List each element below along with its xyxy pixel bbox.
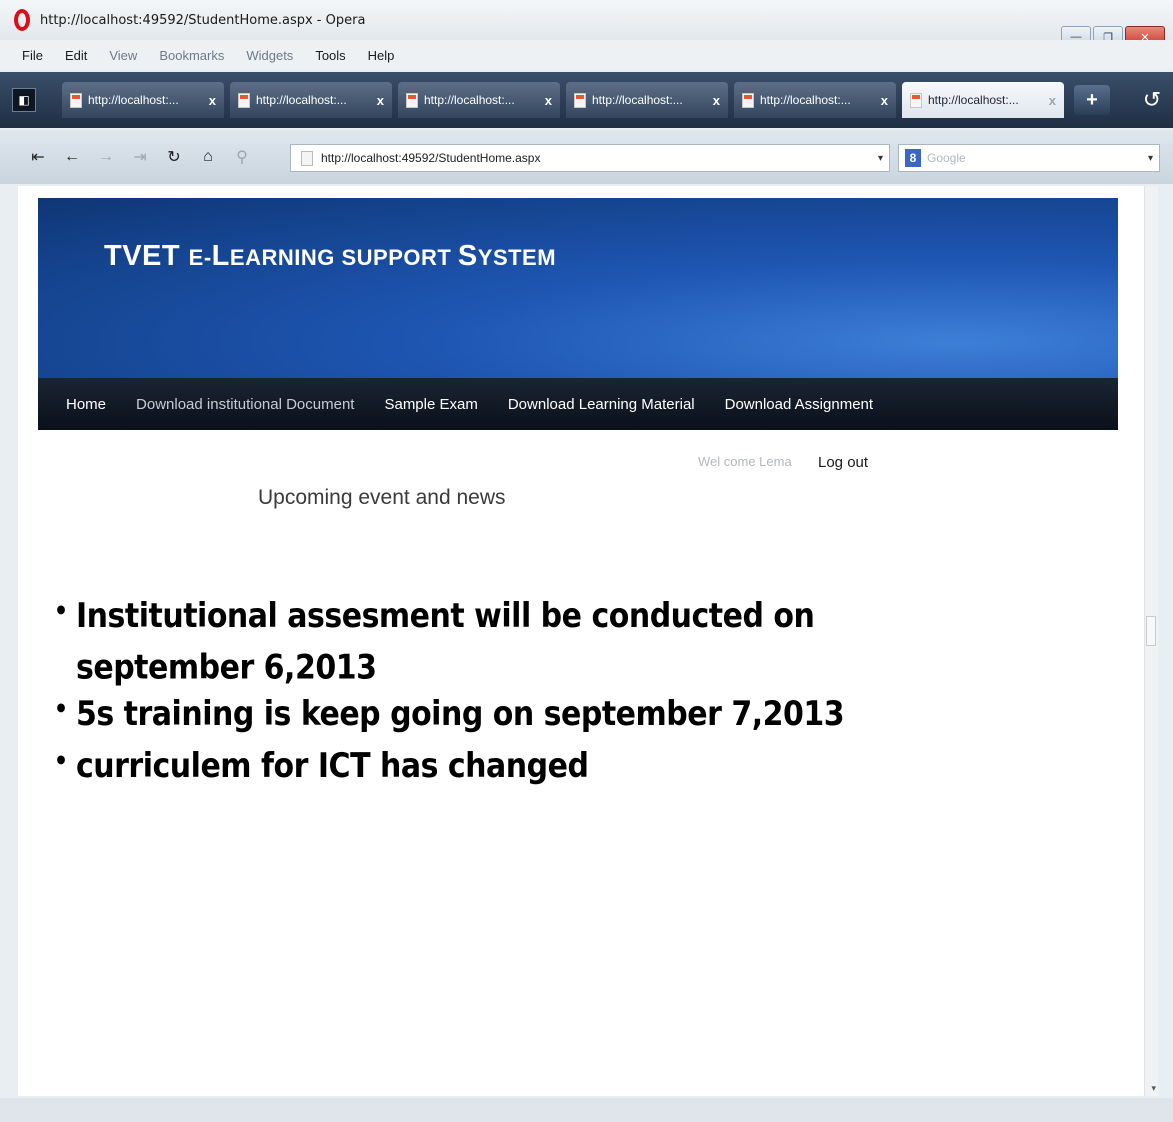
page-favicon-icon — [238, 92, 250, 108]
menu-edit[interactable]: Edit — [65, 48, 87, 63]
new-tab-button[interactable]: + — [1074, 85, 1110, 115]
page-favicon-icon — [406, 92, 418, 108]
site-title-part: L — [211, 240, 230, 272]
welcome-text: Wel come Lema — [698, 454, 792, 469]
vertical-scrollbar[interactable]: ▾ — [1144, 186, 1158, 1096]
site-title: TVET E-LEARNING SUPPORT SYSTEM — [104, 240, 556, 273]
site-nav: Home Download institutional Document Sam… — [38, 378, 1118, 430]
page-favicon-icon — [910, 92, 922, 108]
nav-home[interactable]: Home — [66, 396, 106, 413]
tab-close-icon[interactable]: x — [377, 93, 384, 108]
browser-tab[interactable]: http://localhost:... x — [62, 82, 224, 118]
home-button[interactable]: ⌂ — [194, 143, 222, 171]
menu-widgets[interactable]: Widgets — [246, 48, 293, 63]
address-toolbar: ⇤ ← → ⇥ ↻ ⌂ ⚲ http://localhost:49592/Stu… — [0, 130, 1173, 184]
news-text: 5s training is keep going on september 7… — [76, 694, 845, 734]
nav-sample-exam[interactable]: Sample Exam — [384, 396, 477, 413]
bullet-icon: • — [54, 695, 68, 724]
opera-logo-icon — [14, 9, 30, 31]
page-favicon-icon — [70, 92, 82, 108]
tab-title: http://localhost:... — [256, 93, 347, 107]
news-item: • 5s training is keep going on september… — [54, 689, 854, 741]
bullet-icon: • — [54, 597, 68, 626]
news-text: Institutional assesment will be conducte… — [76, 596, 815, 688]
menu-bar: File Edit View Bookmarks Widgets Tools H… — [0, 40, 1173, 70]
search-input[interactable]: 8 Google ▾ — [898, 144, 1160, 172]
page-favicon-icon — [574, 92, 586, 108]
tab-close-icon[interactable]: x — [713, 93, 720, 108]
browser-tab[interactable]: http://localhost:... x — [230, 82, 392, 118]
back-button[interactable]: ← — [58, 143, 86, 171]
nav-download-assignment[interactable]: Download Assignment — [725, 396, 873, 413]
search-engine-icon[interactable]: 8 — [905, 149, 921, 167]
tab-bar: ◧ http://localhost:... x http://localhos… — [0, 72, 1173, 128]
page-viewport: TVET E-LEARNING SUPPORT SYSTEM Home Down… — [18, 186, 1158, 1096]
menu-file[interactable]: File — [22, 48, 43, 63]
news-list: • Institutional assesment will be conduc… — [54, 591, 854, 793]
tab-title: http://localhost:... — [424, 93, 515, 107]
site-title-part: S — [457, 240, 478, 272]
tab-title: http://localhost:... — [592, 93, 683, 107]
menu-tools[interactable]: Tools — [315, 48, 345, 63]
url-input[interactable]: http://localhost:49592/StudentHome.aspx … — [290, 144, 890, 172]
tab-close-icon[interactable]: x — [1049, 93, 1056, 108]
bullet-icon: • — [54, 747, 68, 776]
window-titlebar: http://localhost:49592/StudentHome.aspx … — [0, 0, 1173, 48]
news-item: • Institutional assesment will be conduc… — [54, 591, 854, 694]
site-title-part: YSTEM — [477, 245, 557, 270]
window-title: http://localhost:49592/StudentHome.aspx … — [40, 12, 366, 28]
tab-close-icon[interactable]: x — [545, 93, 552, 108]
menu-help[interactable]: Help — [368, 48, 395, 63]
reload-button[interactable]: ↻ — [160, 143, 188, 171]
tab-close-icon[interactable]: x — [209, 93, 216, 108]
forward-button[interactable]: → — [92, 143, 120, 171]
tab-title: http://localhost:... — [88, 93, 179, 107]
tab-title: http://localhost:... — [760, 93, 851, 107]
scroll-thumb[interactable] — [1146, 616, 1156, 646]
page-favicon-icon — [742, 92, 754, 108]
closed-tabs-icon[interactable]: ↺ — [1138, 86, 1166, 114]
site-title-part: E- — [188, 245, 212, 270]
nav-download-learning-material[interactable]: Download Learning Material — [508, 396, 695, 413]
logout-link[interactable]: Log out — [818, 454, 868, 471]
panel-toggle-button[interactable]: ◧ — [12, 88, 36, 112]
menu-view[interactable]: View — [109, 48, 137, 63]
search-placeholder: Google — [927, 151, 966, 165]
news-heading: Upcoming event and news — [258, 486, 506, 509]
fast-forward-button[interactable]: ⇥ — [126, 143, 154, 171]
browser-tab[interactable]: http://localhost:... x — [398, 82, 560, 118]
site-header-banner: TVET E-LEARNING SUPPORT SYSTEM — [38, 198, 1118, 378]
tab-close-icon[interactable]: x — [881, 93, 888, 108]
tab-title: http://localhost:... — [928, 93, 1019, 107]
rewind-button[interactable]: ⇤ — [24, 143, 52, 171]
site-title-part: TVET — [104, 240, 189, 272]
url-favicon-icon — [301, 150, 313, 166]
browser-tab-active[interactable]: http://localhost:... x — [902, 82, 1064, 118]
nav-download-institutional-document[interactable]: Download institutional Document — [136, 396, 354, 413]
browser-tab[interactable]: http://localhost:... x — [734, 82, 896, 118]
url-dropdown-icon[interactable]: ▾ — [878, 153, 883, 164]
news-text: curriculem for ICT has changed — [76, 746, 589, 786]
url-text: http://localhost:49592/StudentHome.aspx — [321, 151, 541, 165]
menu-bookmarks[interactable]: Bookmarks — [159, 48, 224, 63]
status-bar — [0, 1098, 1173, 1122]
site-title-part: EARNING SUPPORT — [229, 245, 458, 270]
browser-tab[interactable]: http://localhost:... x — [566, 82, 728, 118]
wand-icon[interactable]: ⚲ — [228, 143, 256, 171]
scroll-down-icon[interactable]: ▾ — [1151, 1083, 1156, 1094]
search-dropdown-icon[interactable]: ▾ — [1148, 153, 1153, 164]
news-item: • curriculem for ICT has changed — [54, 741, 854, 793]
